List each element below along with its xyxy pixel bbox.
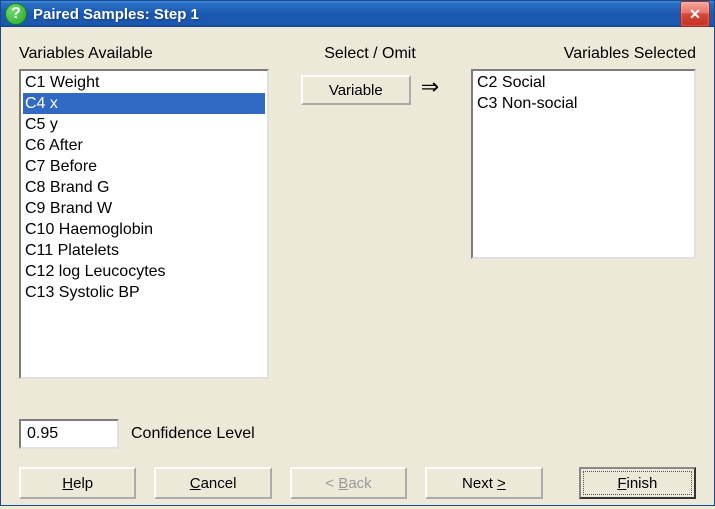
select-omit-column: Select / Omit Variable ⇒ xyxy=(269,45,471,379)
arrow-right-icon: ⇒ xyxy=(421,74,439,100)
available-listbox[interactable]: C1 WeightC4 xC5 yC6 AfterC7 BeforeC8 Bra… xyxy=(19,69,269,379)
dialog-content: Variables Available C1 WeightC4 xC5 yC6 … xyxy=(1,27,714,509)
list-item[interactable]: C5 y xyxy=(23,114,265,135)
variable-button-label: Variable xyxy=(329,82,383,99)
list-item[interactable]: C4 x xyxy=(23,93,265,114)
list-item[interactable]: C8 Brand G xyxy=(23,177,265,198)
list-item[interactable]: C3 Non-social xyxy=(475,93,692,114)
confidence-row: Confidence Level xyxy=(19,419,696,449)
back-button: < Back xyxy=(290,467,407,499)
dialog-window: ? Paired Samples: Step 1 ✕ Variables Ava… xyxy=(0,0,715,506)
list-item[interactable]: C13 Systolic BP xyxy=(23,282,265,303)
next-button[interactable]: Next > xyxy=(425,467,542,499)
titlebar: ? Paired Samples: Step 1 ✕ xyxy=(1,1,714,27)
available-label: Variables Available xyxy=(19,45,269,63)
list-item[interactable]: C7 Before xyxy=(23,156,265,177)
top-area: Variables Available C1 WeightC4 xC5 yC6 … xyxy=(19,45,696,379)
list-item[interactable]: C9 Brand W xyxy=(23,198,265,219)
help-button[interactable]: Help xyxy=(19,467,136,499)
finish-button[interactable]: Finish xyxy=(579,467,696,499)
cancel-button[interactable]: Cancel xyxy=(154,467,271,499)
selected-column: Variables Selected C2 SocialC3 Non-socia… xyxy=(471,45,696,379)
list-item[interactable]: C6 After xyxy=(23,135,265,156)
available-column: Variables Available C1 WeightC4 xC5 yC6 … xyxy=(19,45,269,379)
variable-button[interactable]: Variable xyxy=(301,75,411,105)
close-icon: ✕ xyxy=(689,6,701,23)
confidence-label: Confidence Level xyxy=(131,425,255,443)
select-omit-label: Select / Omit xyxy=(269,45,471,63)
selected-label: Variables Selected xyxy=(471,45,696,63)
button-row: Help Cancel < Back Next > Finish xyxy=(19,467,696,499)
variable-row: Variable ⇒ xyxy=(301,69,439,105)
selected-listbox[interactable]: C2 SocialC3 Non-social xyxy=(471,69,696,259)
list-item[interactable]: C10 Haemoglobin xyxy=(23,219,265,240)
list-item[interactable]: C2 Social xyxy=(475,72,692,93)
help-icon: ? xyxy=(5,3,27,25)
list-item[interactable]: C12 log Leucocytes xyxy=(23,261,265,282)
close-button[interactable]: ✕ xyxy=(680,1,710,27)
confidence-input[interactable] xyxy=(19,419,119,449)
list-item[interactable]: C1 Weight xyxy=(23,72,265,93)
window-title: Paired Samples: Step 1 xyxy=(33,6,680,23)
list-item[interactable]: C11 Platelets xyxy=(23,240,265,261)
